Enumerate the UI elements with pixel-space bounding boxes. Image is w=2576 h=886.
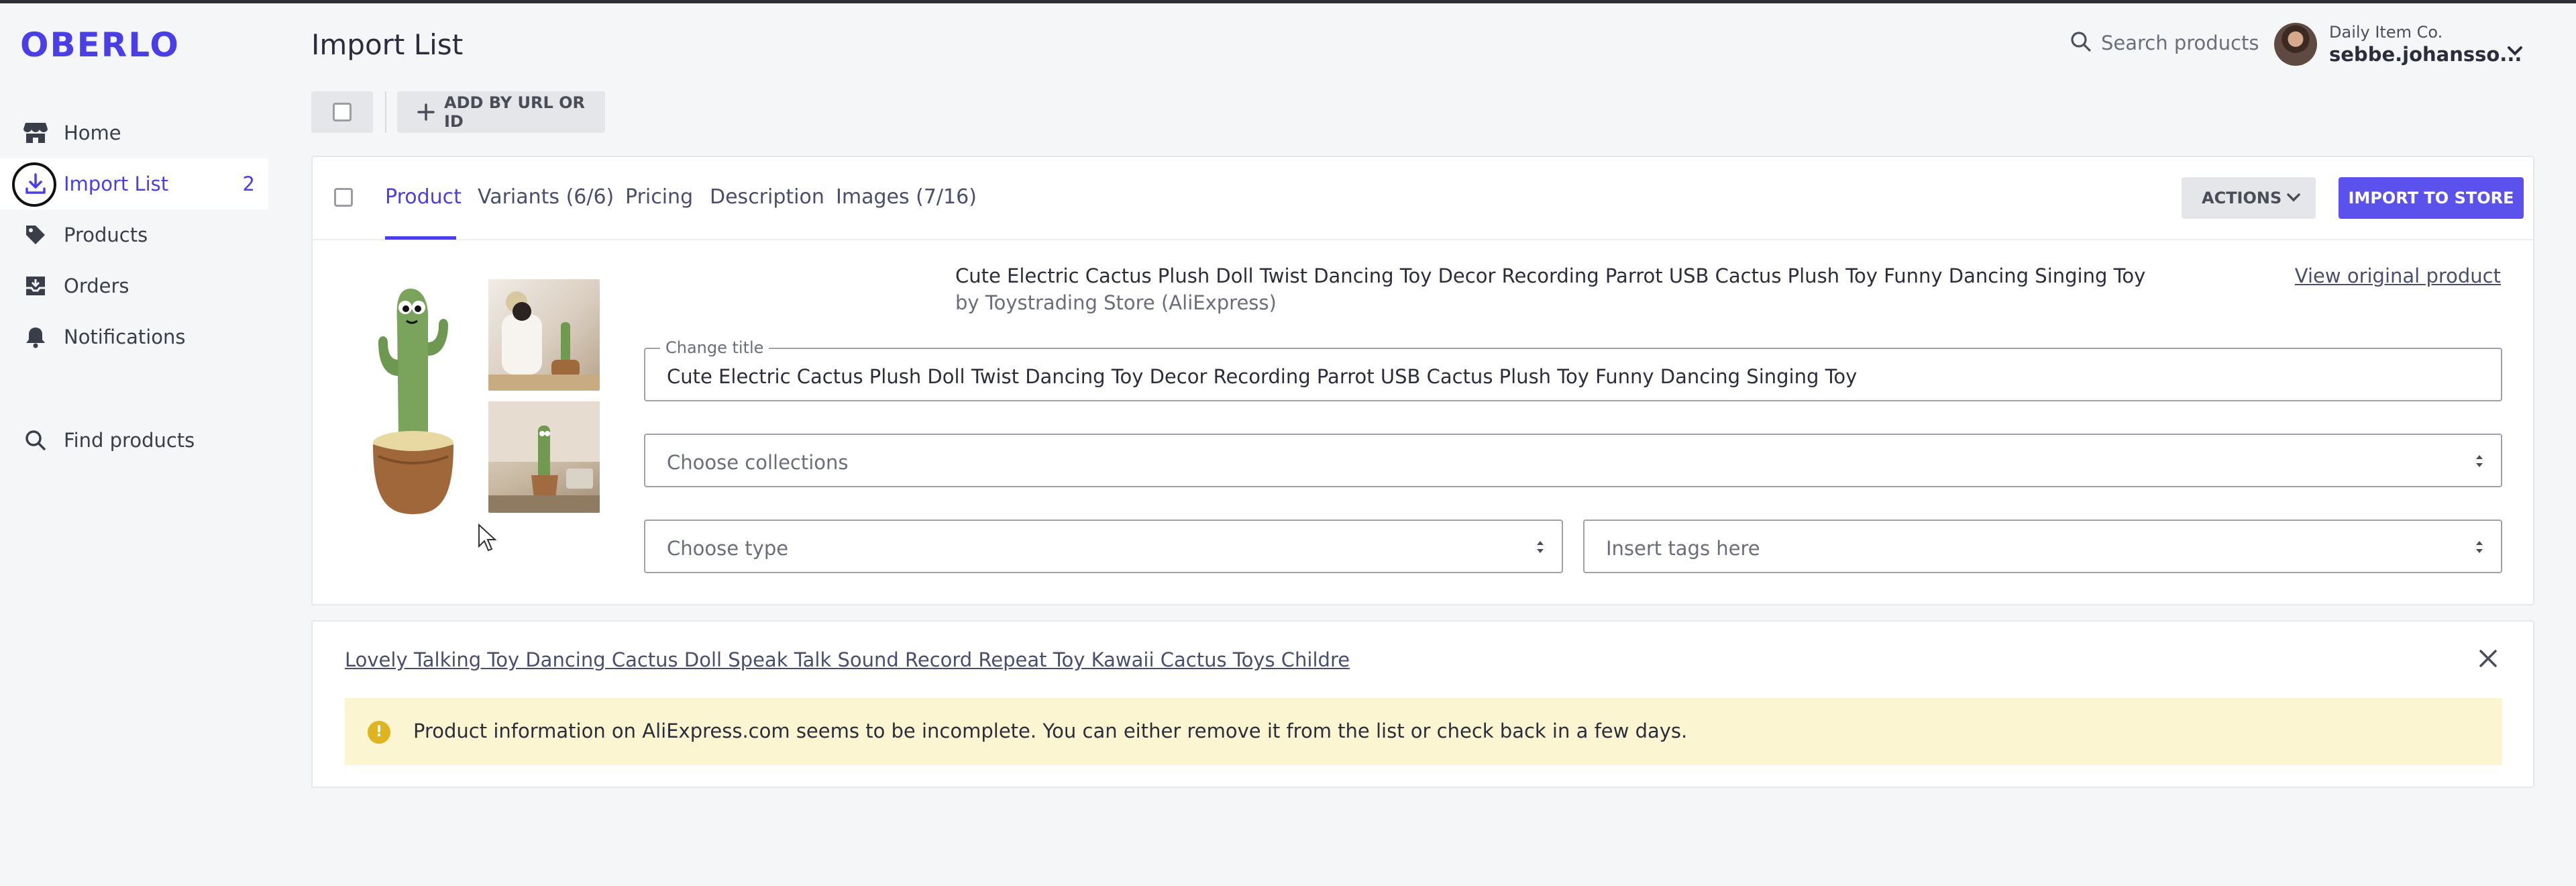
sidebar-item-products[interactable]: Products bbox=[0, 209, 268, 260]
tab-pricing[interactable]: Pricing bbox=[625, 185, 693, 209]
import-to-store-button[interactable]: IMPORT TO STORE bbox=[2339, 177, 2524, 219]
actions-button[interactable]: ACTIONS bbox=[2182, 177, 2316, 219]
tab-variants[interactable]: Variants (6/6) bbox=[478, 185, 614, 209]
product-thumbnail[interactable] bbox=[488, 279, 600, 391]
chevron-down-icon bbox=[2506, 44, 2524, 60]
product-supplier: by Toystrading Store (AliExpress) bbox=[955, 291, 1277, 314]
sidebar-item-label: Import List bbox=[64, 173, 169, 195]
product-tabs: Product Variants (6/6) Pricing Descripti… bbox=[313, 157, 2533, 240]
tab-description[interactable]: Description bbox=[710, 185, 824, 209]
bell-icon bbox=[23, 324, 48, 350]
account-store-name: Daily Item Co. bbox=[2329, 23, 2443, 42]
sidebar-item-import-list[interactable]: Import List 2 bbox=[0, 158, 268, 209]
avatar bbox=[2274, 23, 2317, 66]
account-menu[interactable]: Daily Item Co. sebbe.johansso... bbox=[2274, 23, 2529, 67]
warning-message: Product information on AliExpress.com se… bbox=[413, 720, 1688, 742]
sidebar-item-label: Notifications bbox=[64, 326, 186, 348]
tags-input[interactable]: Insert tags here bbox=[1583, 520, 2502, 573]
incomplete-warning-banner: ! Product information on AliExpress.com … bbox=[345, 698, 2502, 765]
change-title-legend: Change title bbox=[660, 338, 769, 357]
oberlo-logo[interactable]: OBERLO bbox=[20, 26, 180, 64]
sidebar-item-notifications[interactable]: Notifications bbox=[0, 311, 268, 362]
product-thumbnail[interactable] bbox=[488, 401, 600, 513]
tag-icon bbox=[23, 222, 48, 248]
chevron-down-icon bbox=[2286, 191, 2301, 207]
product-title: Cute Electric Cactus Plush Doll Twist Da… bbox=[955, 264, 2146, 287]
add-by-url-label: ADD BY URL OR ID bbox=[444, 93, 585, 131]
select-all-checkbox[interactable] bbox=[333, 103, 352, 121]
actions-label: ACTIONS bbox=[2202, 189, 2282, 207]
warning-icon: ! bbox=[368, 721, 390, 744]
sidebar-item-label: Find products bbox=[64, 429, 195, 452]
search-icon bbox=[2070, 31, 2092, 55]
page-title: Import List bbox=[311, 28, 464, 61]
change-title-value: Cute Electric Cactus Plush Doll Twist Da… bbox=[667, 365, 1858, 388]
sidebar-item-label: Orders bbox=[64, 275, 129, 297]
sidebar-item-label: Products bbox=[64, 224, 148, 246]
view-original-product-link[interactable]: View original product bbox=[2295, 264, 2501, 287]
mouse-cursor-icon bbox=[478, 524, 497, 552]
store-icon bbox=[23, 120, 48, 146]
product-card: Product Variants (6/6) Pricing Descripti… bbox=[311, 156, 2534, 605]
cursor-highlight-circle bbox=[12, 162, 56, 207]
search-icon bbox=[23, 428, 48, 453]
type-select[interactable]: Choose type bbox=[644, 520, 1563, 573]
incomplete-product-title-link[interactable]: Lovely Talking Toy Dancing Cactus Doll S… bbox=[345, 648, 1350, 671]
plus-icon bbox=[416, 102, 436, 125]
tags-placeholder: Insert tags here bbox=[1606, 537, 1760, 560]
sort-arrows-icon bbox=[2474, 538, 2485, 558]
close-icon[interactable] bbox=[2478, 648, 2498, 671]
tab-product[interactable]: Product bbox=[385, 185, 462, 209]
sort-arrows-icon bbox=[1535, 538, 1546, 558]
sort-arrows-icon bbox=[2474, 452, 2485, 473]
account-username: sebbe.johansso... bbox=[2329, 43, 2522, 66]
sidebar-item-label: Home bbox=[64, 121, 121, 144]
search-label: Search products bbox=[2101, 32, 2259, 54]
tab-images[interactable]: Images (7/16) bbox=[836, 185, 977, 209]
collections-placeholder: Choose collections bbox=[667, 451, 849, 474]
sidebar-item-home[interactable]: Home bbox=[0, 107, 268, 158]
import-count-badge: 2 bbox=[242, 173, 255, 195]
add-by-url-button[interactable]: ADD BY URL OR ID bbox=[397, 91, 605, 133]
top-border bbox=[0, 0, 2576, 3]
collections-select[interactable]: Choose collections bbox=[644, 434, 2502, 487]
search-products[interactable]: Search products bbox=[2070, 31, 2259, 55]
select-all-container bbox=[311, 91, 373, 133]
toolbar-divider bbox=[385, 91, 386, 133]
product-checkbox[interactable] bbox=[334, 188, 353, 207]
change-title-field[interactable]: Change title Cute Electric Cactus Plush … bbox=[644, 338, 2502, 401]
import-label: IMPORT TO STORE bbox=[2348, 189, 2514, 207]
type-placeholder: Choose type bbox=[667, 537, 789, 560]
product-main-image[interactable] bbox=[358, 275, 466, 518]
sidebar-item-orders[interactable]: Orders bbox=[0, 260, 268, 311]
active-tab-indicator bbox=[385, 236, 456, 240]
inbox-icon bbox=[23, 273, 48, 299]
sidebar-item-find-products[interactable]: Find products bbox=[0, 415, 268, 466]
incomplete-product-card: Lovely Talking Toy Dancing Cactus Doll S… bbox=[311, 620, 2534, 788]
